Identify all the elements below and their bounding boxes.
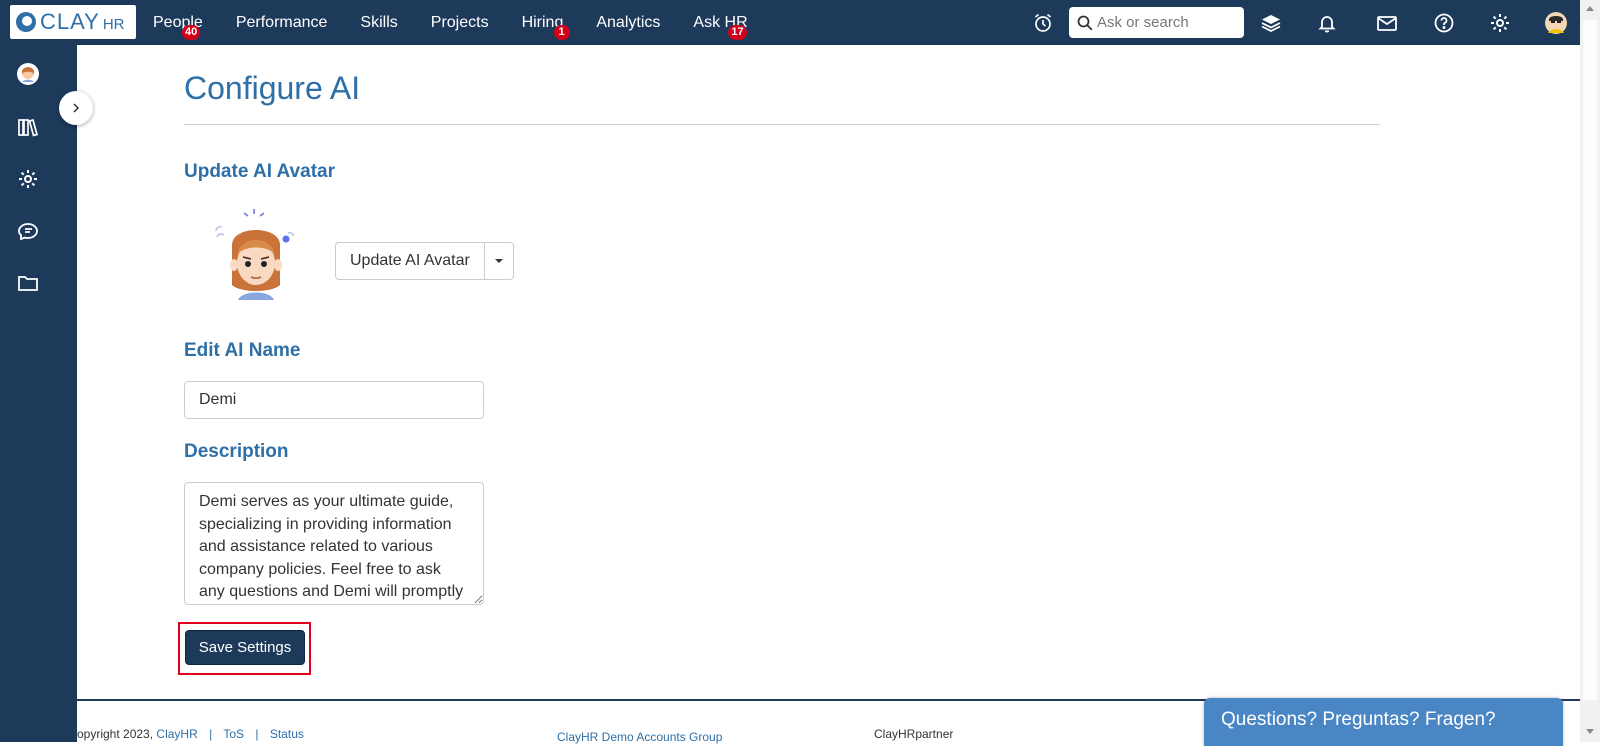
ai-avatar-image	[215, 209, 295, 300]
folder-icon[interactable]	[14, 269, 42, 297]
scroll-thumb[interactable]	[1583, 20, 1597, 700]
top-navbar: CLAY HR People 40 Performance Skills Pro…	[0, 0, 1580, 45]
sidebar-toggle-button[interactable]	[59, 91, 93, 125]
nav-label: Projects	[430, 14, 489, 31]
caret-down-icon	[494, 259, 503, 263]
nav-label: Skills	[360, 14, 398, 31]
footer-tos-link[interactable]: ToS	[223, 727, 244, 741]
logo-subtext: HR	[102, 15, 125, 33]
profile-avatar[interactable]	[14, 60, 42, 88]
nav-people[interactable]: People 40	[153, 0, 203, 45]
footer-copyright: opyright 2023, ClayHR | ToS | Status	[77, 727, 304, 741]
page-title: Configure AI	[184, 70, 361, 106]
save-settings-button[interactable]: Save Settings	[185, 630, 305, 665]
avatar-section-heading: Update AI Avatar	[184, 161, 335, 182]
gear-icon[interactable]	[14, 165, 42, 193]
nav-skills[interactable]: Skills	[360, 0, 397, 45]
update-avatar-dropdown-toggle[interactable]	[484, 242, 514, 280]
footer-clayhr-link[interactable]: ClayHR	[156, 727, 197, 741]
nav-analytics[interactable]: Analytics	[596, 0, 660, 45]
nav-hiring[interactable]: Hiring 1	[522, 0, 570, 45]
footer-partner: ClayHRpartner	[874, 727, 954, 741]
scroll-up-arrow-icon[interactable]	[1586, 6, 1594, 11]
footer-status-link[interactable]: Status	[270, 727, 304, 741]
nav-label: Performance	[235, 14, 328, 31]
name-section-heading: Edit AI Name	[184, 340, 301, 361]
layers-icon[interactable]	[1256, 8, 1286, 38]
footer-separator: |	[255, 727, 259, 741]
logo-text: CLAY	[40, 9, 100, 34]
nav-badge: 17	[728, 25, 747, 40]
mail-icon[interactable]	[1372, 8, 1402, 38]
update-avatar-button[interactable]: Update AI Avatar	[335, 242, 485, 280]
library-icon[interactable]	[14, 113, 42, 141]
search-icon	[1077, 15, 1093, 30]
nav-label: Analytics	[596, 14, 661, 31]
left-sidebar	[0, 45, 77, 742]
nav-badge: 1	[553, 25, 570, 40]
update-avatar-button-group: Update AI Avatar	[335, 242, 514, 280]
footer-separator: |	[209, 727, 213, 741]
search-input[interactable]	[1097, 14, 1237, 31]
user-avatar[interactable]	[1541, 8, 1571, 38]
search-box[interactable]	[1069, 7, 1244, 38]
description-section-heading: Description	[184, 441, 289, 462]
gear-icon[interactable]	[1485, 8, 1515, 38]
chevron-right-icon	[73, 103, 80, 113]
ai-name-input[interactable]	[184, 381, 484, 419]
nav-performance[interactable]: Performance	[236, 0, 328, 45]
nav-projects[interactable]: Projects	[431, 0, 489, 45]
copyright-text: opyright 2023,	[77, 727, 154, 741]
help-icon[interactable]	[1429, 8, 1459, 38]
title-divider	[184, 124, 1380, 125]
nav-ask-hr[interactable]: Ask HR 17	[693, 0, 748, 45]
ai-description-textarea[interactable]: Demi serves as your ultimate guide, spec…	[184, 482, 484, 605]
chat-widget-button[interactable]: Questions? Preguntas? Fragen?	[1204, 698, 1563, 746]
bell-icon[interactable]	[1312, 8, 1342, 38]
page-scrollbar[interactable]	[1580, 0, 1600, 742]
nav-badge: 40	[182, 25, 201, 40]
scroll-down-arrow-icon[interactable]	[1586, 729, 1594, 734]
main-nav: People 40 Performance Skills Projects Hi…	[153, 0, 781, 45]
logo-mark-icon	[16, 12, 36, 32]
chat-icon[interactable]	[14, 217, 42, 245]
clayhr-logo[interactable]: CLAY HR	[10, 5, 136, 39]
alarm-clock-icon[interactable]	[1028, 8, 1058, 38]
